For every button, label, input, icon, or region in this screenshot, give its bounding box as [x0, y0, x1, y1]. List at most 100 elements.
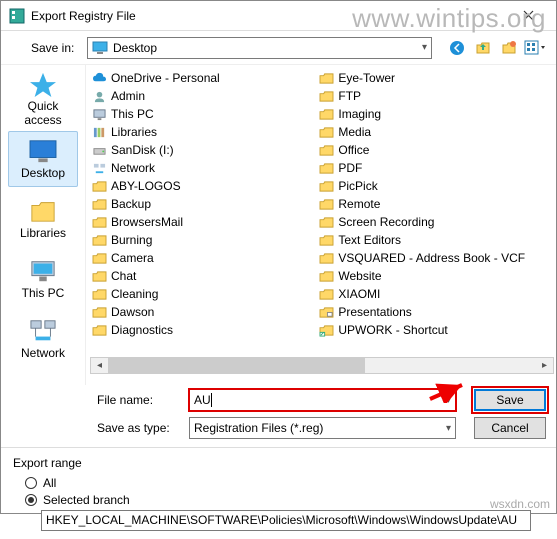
- savein-combo[interactable]: Desktop ▾: [87, 37, 432, 59]
- item-label: Screen Recording: [338, 215, 434, 229]
- list-item[interactable]: Burning: [90, 231, 317, 249]
- pc-icon: [28, 258, 58, 284]
- savetype-label: Save as type:: [97, 421, 183, 435]
- cancel-button[interactable]: Cancel: [474, 417, 546, 439]
- item-label: PDF: [338, 161, 362, 175]
- new-folder-icon: [501, 40, 517, 56]
- list-item[interactable]: FTP: [317, 87, 544, 105]
- list-item[interactable]: XIAOMI: [317, 285, 544, 303]
- list-item[interactable]: Camera: [90, 249, 317, 267]
- save-button[interactable]: Save: [474, 389, 546, 411]
- chevron-down-icon: ▾: [446, 395, 451, 406]
- close-button[interactable]: [508, 3, 548, 28]
- desktop-place-icon: [28, 138, 58, 164]
- places-bar: Quick access Desktop Libraries This PC N…: [1, 65, 86, 385]
- list-item[interactable]: BrowsersMail: [90, 213, 317, 231]
- list-item[interactable]: Backup: [90, 195, 317, 213]
- item-label: PicPick: [338, 179, 377, 193]
- list-item[interactable]: VSQUARED - Address Book - VCF: [317, 249, 544, 267]
- registry-icon: [9, 8, 25, 24]
- libraries-icon: [28, 198, 58, 224]
- up-folder-icon: [475, 40, 491, 56]
- savein-label: Save in:: [11, 41, 81, 55]
- item-label: Backup: [111, 197, 151, 211]
- radio-icon-filled: [25, 494, 37, 506]
- export-registry-dialog: www.wintips.org Export Registry File Sav…: [0, 0, 557, 514]
- list-item[interactable]: Media: [317, 123, 544, 141]
- savetype-combo[interactable]: Registration Files (*.reg) ▾: [189, 417, 456, 439]
- list-item[interactable]: Cleaning: [90, 285, 317, 303]
- view-icon: [524, 40, 546, 56]
- export-range-group: Export range All Selected branch HKEY_LO…: [1, 452, 556, 539]
- list-item[interactable]: Admin: [90, 87, 317, 105]
- back-icon: [449, 40, 465, 56]
- list-item[interactable]: Presentations: [317, 303, 544, 321]
- file-list[interactable]: OneDrive - Personal Admin This PC Libraries…: [86, 65, 556, 385]
- branch-path-input[interactable]: HKEY_LOCAL_MACHINE\SOFTWARE\Policies\Mic…: [41, 510, 531, 531]
- chevron-down-icon: ▾: [422, 42, 427, 53]
- list-item[interactable]: PicPick: [317, 177, 544, 195]
- list-item[interactable]: Libraries: [90, 123, 317, 141]
- scroll-right-button[interactable]: ▸: [536, 358, 553, 373]
- radio-icon: [25, 477, 37, 489]
- scroll-thumb[interactable]: [108, 358, 365, 373]
- savetype-value: Registration Files (*.reg): [194, 421, 323, 435]
- list-item[interactable]: SanDisk (I:): [90, 141, 317, 159]
- list-item[interactable]: Website: [317, 267, 544, 285]
- export-range-title: Export range: [13, 456, 544, 470]
- titlebar: Export Registry File: [1, 1, 556, 31]
- up-button[interactable]: [472, 37, 494, 59]
- desktop-icon: [92, 41, 108, 55]
- item-label: Website: [338, 269, 381, 283]
- list-item[interactable]: Imaging: [317, 105, 544, 123]
- back-button[interactable]: [446, 37, 468, 59]
- item-label: Libraries: [111, 125, 157, 139]
- item-label: Imaging: [338, 107, 381, 121]
- place-network[interactable]: Network: [8, 311, 78, 367]
- list-item[interactable]: PDF: [317, 159, 544, 177]
- close-icon: [523, 10, 534, 21]
- list-item[interactable]: ABY-LOGOS: [90, 177, 317, 195]
- list-item[interactable]: Chat: [90, 267, 317, 285]
- filename-label: File name:: [97, 393, 183, 407]
- window-title: Export Registry File: [31, 9, 508, 23]
- list-item[interactable]: Eye-Tower: [317, 69, 544, 87]
- horizontal-scrollbar[interactable]: ◂ ▸: [90, 357, 554, 374]
- list-item[interactable]: Dawson: [90, 303, 317, 321]
- item-label: UPWORK - Shortcut: [338, 323, 447, 337]
- list-item[interactable]: This PC: [90, 105, 317, 123]
- list-item[interactable]: Remote: [317, 195, 544, 213]
- scroll-left-button[interactable]: ◂: [91, 358, 108, 373]
- scroll-track[interactable]: [108, 358, 536, 373]
- list-item[interactable]: UPWORK - Shortcut: [317, 321, 544, 339]
- network-icon: [28, 318, 58, 344]
- place-desktop[interactable]: Desktop: [8, 131, 78, 187]
- item-label: Admin: [111, 89, 145, 103]
- item-label: Camera: [111, 251, 154, 265]
- item-label: This PC: [111, 107, 154, 121]
- view-menu-button[interactable]: [524, 37, 546, 59]
- item-label: Dawson: [111, 305, 154, 319]
- list-item[interactable]: OneDrive - Personal: [90, 69, 317, 87]
- item-label: Cleaning: [111, 287, 158, 301]
- star-icon: [28, 71, 58, 97]
- radio-all[interactable]: All: [25, 476, 544, 490]
- list-item[interactable]: Text Editors: [317, 231, 544, 249]
- place-quick-access[interactable]: Quick access: [8, 71, 78, 127]
- list-item[interactable]: Office: [317, 141, 544, 159]
- list-item[interactable]: Network: [90, 159, 317, 177]
- place-libraries[interactable]: Libraries: [8, 191, 78, 247]
- filename-input[interactable]: AU ▾: [189, 389, 456, 411]
- divider: [1, 447, 556, 448]
- list-item[interactable]: Diagnostics: [90, 321, 317, 339]
- item-label: Presentations: [338, 305, 411, 319]
- item-label: Eye-Tower: [338, 71, 395, 85]
- new-folder-button[interactable]: [498, 37, 520, 59]
- place-this-pc[interactable]: This PC: [8, 251, 78, 307]
- item-label: OneDrive - Personal: [111, 71, 220, 85]
- list-item[interactable]: Screen Recording: [317, 213, 544, 231]
- item-label: Chat: [111, 269, 136, 283]
- radio-selected-branch[interactable]: Selected branch: [25, 493, 544, 507]
- filename-value: AU: [194, 393, 212, 407]
- savein-value: Desktop: [113, 41, 157, 55]
